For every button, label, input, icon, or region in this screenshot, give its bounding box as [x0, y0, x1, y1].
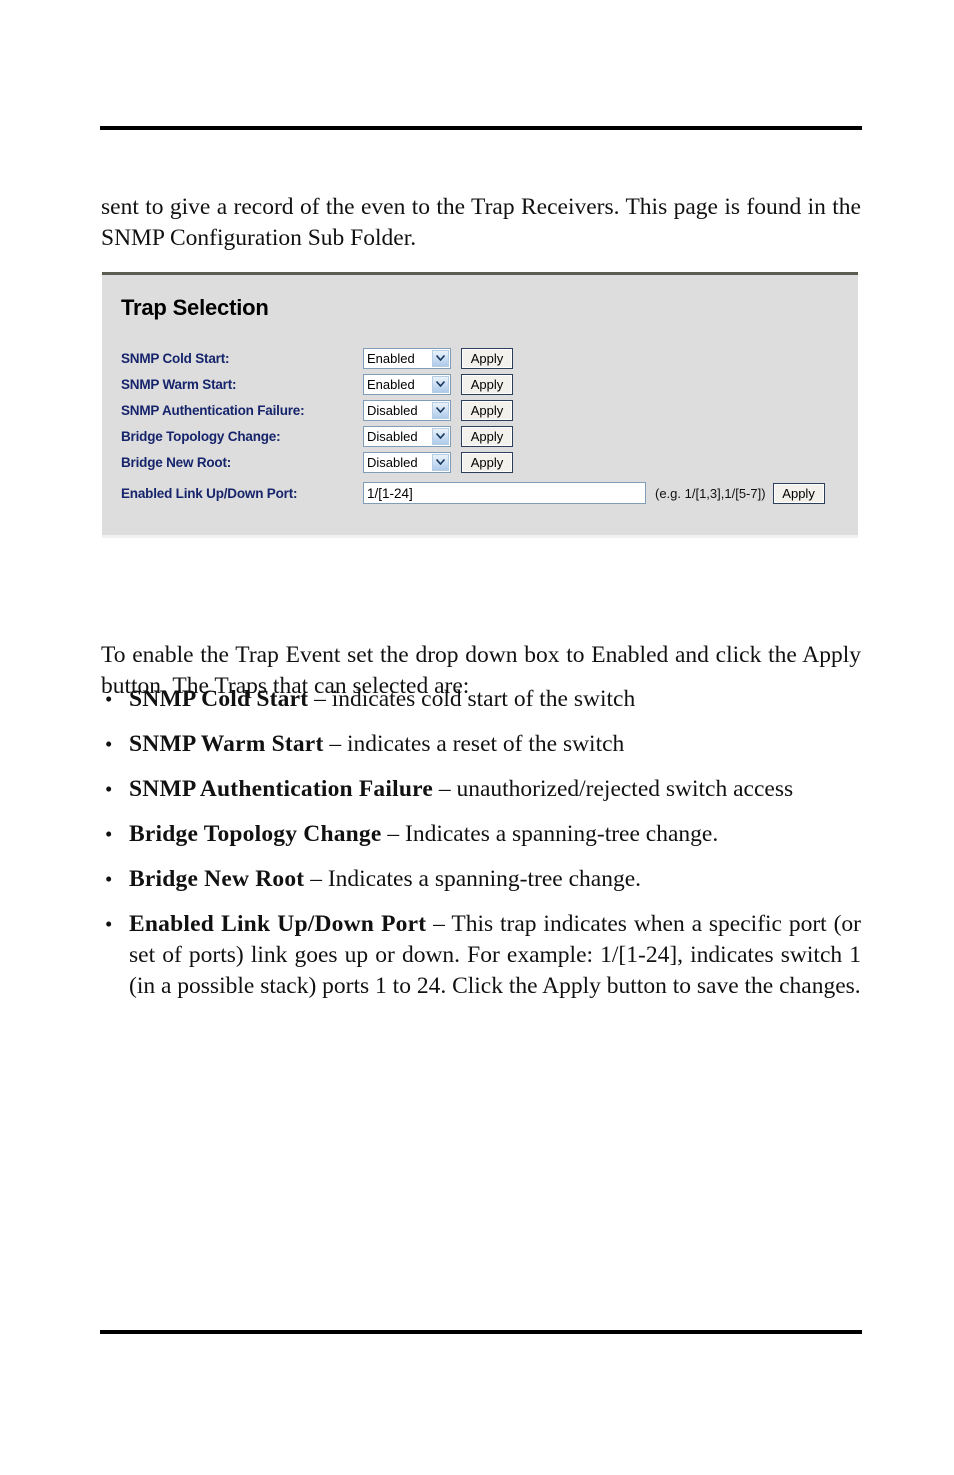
form-row-snmp-authentication-failure: SNMP Authentication Failure: Disabled Ap… [121, 397, 841, 423]
form-row-bridge-topology-change: Bridge Topology Change: Disabled Apply [121, 423, 841, 449]
list-item: • SNMP Authentication Failure – unauthori… [101, 774, 861, 805]
select-value-snmp-authentication-failure: Disabled [367, 402, 418, 418]
apply-button-bridge-topology-change[interactable]: Apply [461, 425, 513, 447]
select-snmp-authentication-failure[interactable]: Disabled [363, 399, 451, 421]
list-item: • SNMP Warm Start – indicates a reset of … [101, 729, 861, 760]
trap-description: – indicates cold start of the switch [308, 686, 636, 712]
trap-description: – indicates a reset of the switch [323, 731, 625, 757]
trap-description: – Indicates a spanning-tree change. [381, 821, 719, 847]
bullet-icon: • [105, 822, 113, 846]
trap-term: SNMP Authentication Failure [129, 776, 433, 802]
apply-button-bridge-new-root[interactable]: Apply [461, 451, 513, 473]
label-bridge-new-root: Bridge New Root: [121, 454, 232, 470]
form-row-bridge-new-root: Bridge New Root: Disabled Apply [121, 449, 841, 475]
footer-rule [100, 1330, 862, 1334]
bullet-icon: • [105, 687, 113, 711]
enabled-link-up-down-port-input[interactable] [363, 482, 646, 504]
apply-button-enabled-link-up-down-port[interactable]: Apply [772, 482, 825, 504]
trap-description: – unauthorized/rejected switch access [432, 776, 794, 802]
chevron-down-icon[interactable] [432, 349, 449, 367]
select-snmp-warm-start[interactable]: Enabled [363, 373, 451, 395]
apply-button-snmp-authentication-failure[interactable]: Apply [461, 399, 513, 421]
chevron-down-icon[interactable] [432, 453, 449, 471]
trap-term: Bridge Topology Change [129, 821, 382, 847]
chevron-down-icon[interactable] [432, 375, 449, 393]
document-page: sent to give a record of the even to the… [0, 0, 954, 1475]
intro-paragraph: sent to give a record of the even to the… [101, 193, 861, 251]
bullet-icon: • [105, 732, 113, 756]
trap-selection-form: SNMP Cold Start: Enabled Apply SNMP Warm… [121, 345, 841, 508]
bullet-icon: • [105, 867, 113, 891]
label-bridge-topology-change: Bridge Topology Change: [121, 428, 281, 444]
list-item: • SNMP Cold Start – indicates cold start … [101, 684, 861, 715]
trap-description: – Indicates a spanning-tree change. [304, 866, 642, 892]
trap-term: SNMP Warm Start [129, 731, 324, 757]
select-bridge-new-root[interactable]: Disabled [363, 451, 451, 473]
trap-selection-screenshot: Trap Selection SNMP Cold Start: Enabled … [102, 272, 858, 538]
select-value-snmp-warm-start: Enabled [367, 376, 415, 392]
chevron-down-icon[interactable] [432, 427, 449, 445]
bullet-icon: • [105, 777, 113, 801]
label-snmp-warm-start: SNMP Warm Start: [121, 376, 237, 392]
label-snmp-authentication-failure: SNMP Authentication Failure: [121, 402, 305, 418]
select-value-bridge-new-root: Disabled [367, 454, 418, 470]
panel-title: Trap Selection [121, 295, 269, 320]
form-row-enabled-link-up-down-port: Enabled Link Up/Down Port: (e.g. 1/[1,3]… [121, 478, 841, 508]
header-rule [100, 126, 862, 130]
chevron-down-icon[interactable] [432, 401, 449, 419]
select-value-snmp-cold-start: Enabled [367, 350, 415, 366]
port-format-hint: (e.g. 1/[1,3],1/[5-7]) [655, 485, 766, 501]
form-row-snmp-warm-start: SNMP Warm Start: Enabled Apply [121, 371, 841, 397]
list-item: • Bridge Topology Change – Indicates a sp… [101, 819, 861, 850]
label-snmp-cold-start: SNMP Cold Start: [121, 350, 230, 366]
select-bridge-topology-change[interactable]: Disabled [363, 425, 451, 447]
select-value-bridge-topology-change: Disabled [367, 428, 418, 444]
trap-list: • SNMP Cold Start – indicates cold start … [101, 684, 861, 1020]
apply-button-snmp-warm-start[interactable]: Apply [461, 373, 513, 395]
trap-term: SNMP Cold Start [129, 686, 309, 712]
trap-term: Bridge New Root [129, 866, 305, 892]
trap-term: Enabled Link Up/Down Port [129, 911, 427, 937]
list-item: • Enabled Link Up/Down Port – This trap i… [101, 909, 861, 1002]
apply-button-snmp-cold-start[interactable]: Apply [461, 347, 513, 369]
label-enabled-link-up-down-port: Enabled Link Up/Down Port: [121, 485, 298, 501]
form-row-snmp-cold-start: SNMP Cold Start: Enabled Apply [121, 345, 841, 371]
bullet-icon: • [105, 912, 113, 936]
select-snmp-cold-start[interactable]: Enabled [363, 347, 451, 369]
list-item: • Bridge New Root – Indicates a spanning-… [101, 864, 861, 895]
